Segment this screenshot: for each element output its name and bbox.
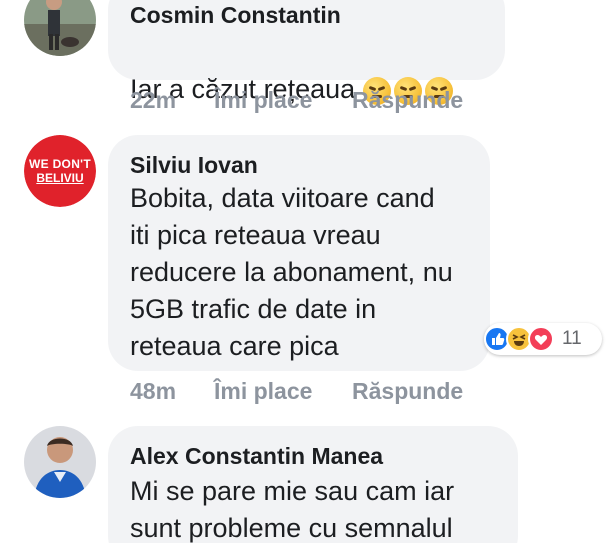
comment-text: Mi se pare mie sau cam iar sunt probleme… (130, 476, 455, 543)
comment-alex: Alex Constantin Manea Mi se pare mie sau… (0, 0, 616, 543)
author-name[interactable]: Alex Constantin Manea (130, 443, 383, 470)
avatar[interactable] (24, 426, 96, 498)
avatar-photo-icon (24, 426, 96, 498)
